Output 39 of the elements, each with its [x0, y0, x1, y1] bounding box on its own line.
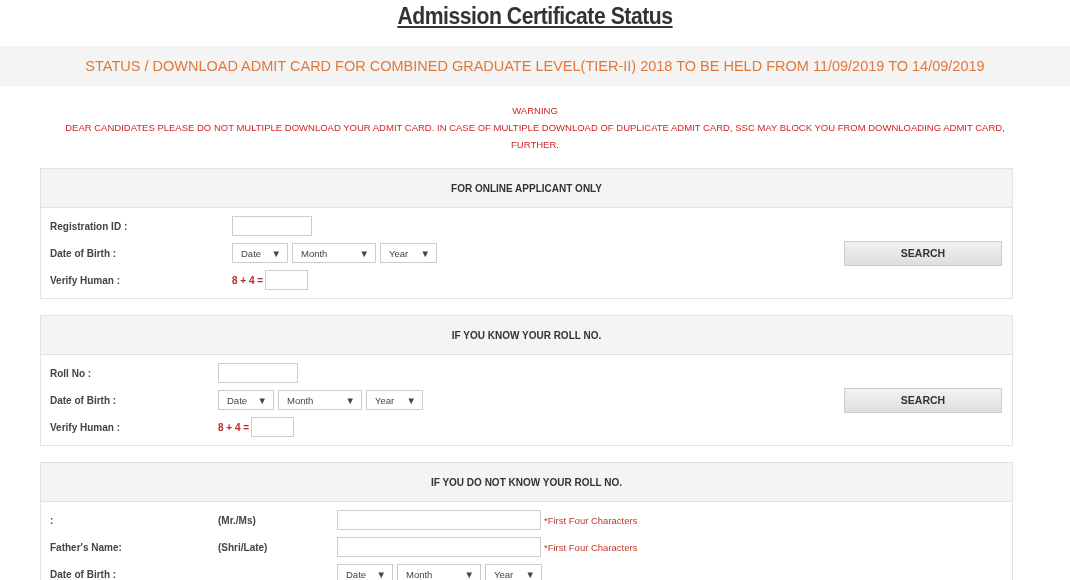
- dropdown-select[interactable]: Date ▼: [232, 243, 288, 263]
- captcha-question: 8 + 4 =: [218, 421, 250, 433]
- captcha-answer-field[interactable]: [251, 417, 295, 437]
- panel-heading: IF YOU DO NOT KNOW YOUR ROLL NO.: [41, 463, 1012, 502]
- field-label: Registration ID :: [50, 220, 129, 232]
- field-label: Verify Human :: [50, 274, 122, 286]
- field-hint: *First Four Characters: [544, 514, 638, 526]
- warning-heading: WARNING: [512, 104, 558, 118]
- dropdown-select[interactable]: Year ▼: [366, 390, 423, 410]
- dropdown-select[interactable]: Date ▼: [218, 390, 274, 410]
- title-prefix: (Mr./Ms): [218, 514, 257, 526]
- dropdown-select[interactable]: Year ▼: [485, 564, 542, 580]
- name-input-field[interactable]: [337, 510, 541, 530]
- field-label: Date of Birth :: [50, 568, 118, 580]
- field-label: Date of Birth :: [50, 394, 118, 406]
- field-label: Roll No :: [50, 367, 93, 379]
- field-label: Verify Human :: [50, 421, 122, 433]
- panel-heading: IF YOU KNOW YOUR ROLL NO.: [41, 316, 1012, 355]
- dropdown-select[interactable]: Month ▼: [278, 390, 362, 410]
- search-button[interactable]: SEARCH: [844, 240, 1002, 266]
- title-prefix: (Shri/Late): [218, 541, 269, 553]
- captcha-question: 8 + 4 =: [232, 274, 264, 286]
- exam-banner: STATUS / DOWNLOAD ADMIT CARD FOR COMBINED GRADUATE LEVEL(TIER-II) 2018 TO BE HELD FROM 11/09/2019 TO 14/09/2019: [0, 46, 1070, 86]
- search-button[interactable]: SEARCH: [844, 387, 1002, 413]
- dropdown-select[interactable]: Month ▼: [397, 564, 481, 580]
- name-input-field[interactable]: [337, 537, 541, 557]
- text-input-field[interactable]: [232, 216, 312, 236]
- field-label: :: [50, 514, 55, 526]
- page-title: Admission Certificate Status: [396, 2, 674, 31]
- dropdown-select[interactable]: Month ▼: [292, 243, 376, 263]
- field-label: Father's Name:: [50, 541, 123, 553]
- panel-heading: FOR ONLINE APPLICANT ONLY: [41, 169, 1012, 208]
- warning-text: DEAR CANDIDATES PLEASE DO NOT MULTIPLE DOWNLOAD YOUR ADMIT CARD. IN CASE OF MULTIPLE DOWNLOAD OF DUPLICATE ADMIT CARD, SSC MAY BLOCK YOU FROM DOWNLOADING ADMIT CARD, FURTHER.: [64, 121, 1006, 152]
- captcha-answer-field[interactable]: [265, 270, 309, 290]
- dropdown-select[interactable]: Date ▼: [337, 564, 393, 580]
- field-hint: *First Four Characters: [544, 541, 638, 553]
- dropdown-select[interactable]: Year ▼: [380, 243, 437, 263]
- field-label: Date of Birth :: [50, 247, 118, 259]
- text-input-field[interactable]: [218, 363, 298, 383]
